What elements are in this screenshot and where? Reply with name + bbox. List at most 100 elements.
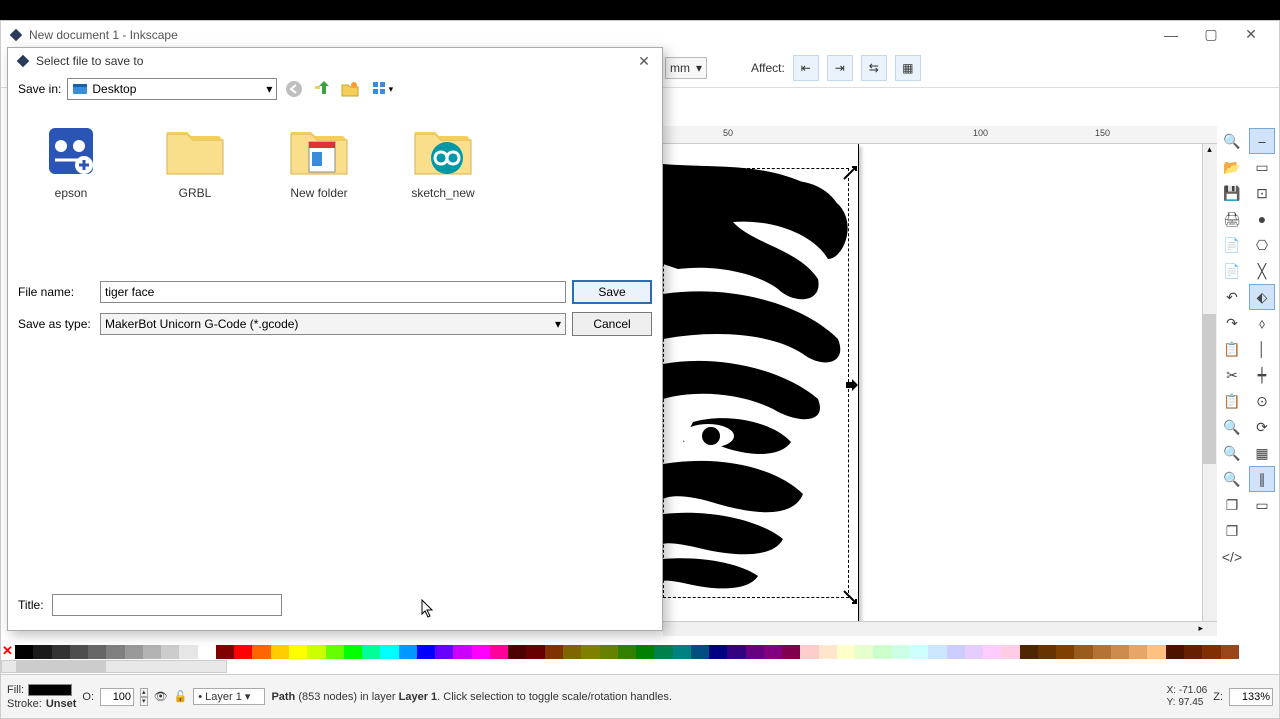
color-swatch[interactable] bbox=[947, 645, 965, 659]
color-swatch[interactable] bbox=[143, 645, 161, 659]
color-swatch[interactable] bbox=[106, 645, 124, 659]
filename-input[interactable] bbox=[100, 281, 566, 303]
xml-icon[interactable]: </> bbox=[1219, 544, 1245, 570]
color-swatch[interactable] bbox=[1166, 645, 1184, 659]
affect-btn-3[interactable]: ⇆ bbox=[861, 55, 887, 81]
color-swatch[interactable] bbox=[618, 645, 636, 659]
save-button[interactable]: Save bbox=[572, 280, 652, 304]
new-folder-button[interactable] bbox=[339, 78, 361, 100]
zoom-draw-icon[interactable]: 🔍 bbox=[1219, 440, 1245, 466]
color-swatch[interactable] bbox=[52, 645, 70, 659]
snap-line[interactable]: │ bbox=[1249, 336, 1275, 362]
export-icon[interactable]: 📄 bbox=[1219, 258, 1245, 284]
color-swatch[interactable] bbox=[1202, 645, 1220, 659]
print-icon[interactable]: 🖨 bbox=[1219, 206, 1245, 232]
color-swatch[interactable] bbox=[234, 645, 252, 659]
color-swatch[interactable] bbox=[1038, 645, 1056, 659]
color-swatch[interactable] bbox=[508, 645, 526, 659]
color-swatch[interactable] bbox=[307, 645, 325, 659]
color-swatch[interactable] bbox=[691, 645, 709, 659]
color-swatch[interactable] bbox=[526, 645, 544, 659]
cut-icon[interactable]: ✂ bbox=[1219, 362, 1245, 388]
color-swatch[interactable] bbox=[70, 645, 88, 659]
color-swatch[interactable] bbox=[545, 645, 563, 659]
color-swatch[interactable] bbox=[1074, 645, 1092, 659]
color-swatch[interactable] bbox=[1056, 645, 1074, 659]
opacity-input[interactable] bbox=[100, 688, 134, 706]
color-swatch[interactable] bbox=[1221, 645, 1239, 659]
open-icon[interactable]: 📂 bbox=[1219, 154, 1245, 180]
color-swatch[interactable] bbox=[1093, 645, 1111, 659]
snap-center[interactable]: ⊙ bbox=[1249, 388, 1275, 414]
zoom-page-icon[interactable]: 🔍 bbox=[1219, 466, 1245, 492]
color-swatch[interactable] bbox=[1184, 645, 1202, 659]
paste-icon[interactable]: 📋 bbox=[1219, 388, 1245, 414]
file-item[interactable]: GRBL bbox=[150, 114, 240, 264]
file-list[interactable]: epsonGRBLNew foldersketch_new bbox=[8, 104, 662, 274]
undo-icon[interactable]: ↶ bbox=[1219, 284, 1245, 310]
color-swatch[interactable] bbox=[380, 645, 398, 659]
color-swatch[interactable] bbox=[1129, 645, 1147, 659]
snap-rotation[interactable]: ⟳ bbox=[1249, 414, 1275, 440]
titlebar[interactable]: New document 1 - Inkscape — ▢ ✕ bbox=[1, 21, 1279, 48]
duplicate-icon[interactable]: ❐ bbox=[1219, 492, 1245, 518]
color-swatch[interactable] bbox=[1147, 645, 1165, 659]
affect-btn-2[interactable]: ⇥ bbox=[827, 55, 853, 81]
color-swatch[interactable] bbox=[326, 645, 344, 659]
vertical-scrollbar[interactable]: ▴ ▾ bbox=[1202, 144, 1217, 634]
color-swatch[interactable] bbox=[563, 645, 581, 659]
file-item[interactable]: New folder bbox=[274, 114, 364, 264]
snap-smooth[interactable]: ⬨ bbox=[1249, 310, 1275, 336]
close-window-button[interactable]: ✕ bbox=[1231, 25, 1271, 45]
color-swatch[interactable] bbox=[417, 645, 435, 659]
cancel-button[interactable]: Cancel bbox=[572, 312, 652, 336]
dialog-close-button[interactable]: ✕ bbox=[634, 51, 654, 71]
color-swatch[interactable] bbox=[819, 645, 837, 659]
color-swatch[interactable] bbox=[125, 645, 143, 659]
palette-scrollbar[interactable] bbox=[1, 660, 227, 673]
affect-btn-1[interactable]: ⇤ bbox=[793, 55, 819, 81]
snap-page[interactable]: ▭ bbox=[1249, 492, 1275, 518]
zoom-in-icon[interactable]: 🔍 bbox=[1219, 128, 1245, 154]
color-swatch[interactable] bbox=[928, 645, 946, 659]
color-swatch[interactable] bbox=[1020, 645, 1038, 659]
color-swatch[interactable] bbox=[15, 645, 33, 659]
import-icon[interactable]: 📄 bbox=[1219, 232, 1245, 258]
fill-swatch[interactable] bbox=[28, 684, 72, 696]
color-swatch[interactable] bbox=[198, 645, 216, 659]
color-swatch[interactable] bbox=[837, 645, 855, 659]
view-mode-button[interactable]: ▾ bbox=[367, 78, 397, 100]
color-palette[interactable] bbox=[1, 645, 1239, 659]
color-swatch[interactable] bbox=[764, 645, 782, 659]
visibility-icon[interactable]: 👁 bbox=[154, 690, 168, 703]
save-icon[interactable]: 💾 bbox=[1219, 180, 1245, 206]
color-swatch[interactable] bbox=[727, 645, 745, 659]
color-swatch[interactable] bbox=[855, 645, 873, 659]
color-swatch[interactable] bbox=[636, 645, 654, 659]
clone-icon[interactable]: ❐ bbox=[1219, 518, 1245, 544]
color-swatch[interactable] bbox=[1111, 645, 1129, 659]
canvas[interactable] bbox=[663, 144, 1203, 634]
color-swatch[interactable] bbox=[252, 645, 270, 659]
file-item[interactable]: epson bbox=[26, 114, 116, 264]
lock-icon[interactable]: 🔓 bbox=[174, 690, 188, 703]
savein-select[interactable]: Desktop ▾ bbox=[67, 78, 277, 100]
snap-cusp[interactable]: ⬖ bbox=[1249, 284, 1275, 310]
title-input[interactable] bbox=[52, 594, 282, 616]
color-swatch[interactable] bbox=[746, 645, 764, 659]
back-button[interactable] bbox=[283, 78, 305, 100]
color-swatch[interactable] bbox=[965, 645, 983, 659]
color-swatch[interactable] bbox=[600, 645, 618, 659]
color-swatch[interactable] bbox=[399, 645, 417, 659]
redo-icon[interactable]: ↷ bbox=[1219, 310, 1245, 336]
snap-node[interactable]: ● bbox=[1249, 206, 1275, 232]
color-swatch[interactable] bbox=[892, 645, 910, 659]
color-swatch[interactable] bbox=[873, 645, 891, 659]
color-swatch[interactable] bbox=[673, 645, 691, 659]
snap-guide[interactable]: ∥ bbox=[1249, 466, 1275, 492]
dialog-titlebar[interactable]: Select file to save to ✕ bbox=[8, 48, 662, 74]
no-color-swatch[interactable] bbox=[1, 645, 15, 659]
snap-toggle[interactable]: ⎯ bbox=[1249, 128, 1275, 154]
color-swatch[interactable] bbox=[179, 645, 197, 659]
snap-edges[interactable]: ⊡ bbox=[1249, 180, 1275, 206]
